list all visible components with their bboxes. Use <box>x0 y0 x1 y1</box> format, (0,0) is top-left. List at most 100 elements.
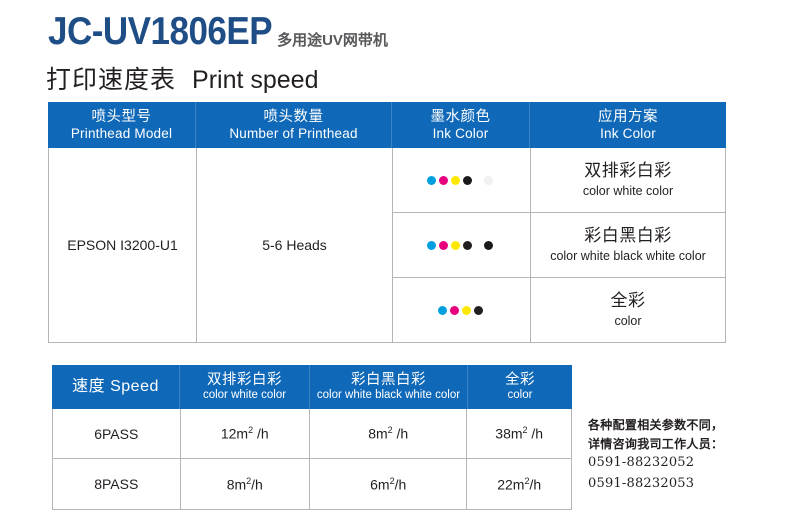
header-cn: 彩白黑白彩 <box>351 372 426 389</box>
scheme-en: color white black white color <box>550 248 706 263</box>
ink-dot-icon <box>484 240 493 250</box>
scheme-en: color white color <box>582 183 674 198</box>
table-row: 双排彩白彩 color white color <box>393 148 725 213</box>
scheme-cn: 全彩 <box>610 291 646 311</box>
ink-dot-icon <box>439 175 448 185</box>
header-cn: 应用方案 <box>598 109 658 126</box>
header-en: color white black white color <box>316 388 461 401</box>
ink-dot-group <box>437 305 486 315</box>
table-row: 彩白黑白彩 color white black white color <box>393 213 725 278</box>
ink-dot-icon <box>439 240 448 250</box>
speed-value: 8m2 /h <box>368 425 409 442</box>
unit-exponent: 2 <box>248 425 254 436</box>
section-title: 打印速度表 Print speed <box>46 60 318 96</box>
header-cn: 喷头型号 <box>91 109 152 126</box>
header-cn: 墨水颜色 <box>430 109 491 126</box>
application-scheme-cell: 全彩 color <box>531 278 725 342</box>
ink-dot-group <box>427 240 496 250</box>
ink-dot-group <box>427 175 496 185</box>
table-row: 6PASS 12m2 /h 8m2 /h 38m2 /h <box>53 409 571 459</box>
header-cn: 全彩 <box>505 372 535 389</box>
contact-note: 各种配置相关参数不同， 详情咨询我司工作人员： 0591-88232052 05… <box>588 416 723 495</box>
speed-header-scheme-1: 双排彩白彩 color white color <box>180 365 310 409</box>
table-row: 全彩 color <box>393 278 725 342</box>
speed-value: 38m2 /h <box>495 425 544 442</box>
section-title-cn: 打印速度表 <box>46 66 177 94</box>
unit-exponent: 2 <box>522 425 528 436</box>
spec-table-header-row: 喷头型号 Printhead Model 喷头数量 Number of Prin… <box>48 102 726 148</box>
ink-dot-icon <box>451 240 460 250</box>
spec-printhead-model-value: EPSON I3200-U1 <box>49 148 197 342</box>
speed-value-cell: 8m2/h <box>181 459 311 509</box>
speed-table-body: 6PASS 12m2 /h 8m2 /h 38m2 /h 8PASS 8m2/h 6m2/h… <box>53 409 571 509</box>
pass-label-cell: 8PASS <box>53 459 181 509</box>
spec-header-printhead-number: 喷头数量 Number of Printhead <box>196 102 392 148</box>
note-phone-1: 0591-88232052 <box>588 455 695 471</box>
application-scheme-cell: 彩白黑白彩 color white black white color <box>531 213 725 277</box>
speed-value: 22m2/h <box>497 475 542 493</box>
header-speed-label: 速度 Speed <box>72 378 159 396</box>
speed-value-cell: 8m2 /h <box>310 409 468 458</box>
speed-value-cell: 22m2/h <box>467 459 571 509</box>
note-line-2: 详情咨询我司工作人员： <box>588 436 724 451</box>
spec-table-body: EPSON I3200-U1 5-6 Heads 双排彩白彩 color whit… <box>49 148 725 342</box>
speed-value-cell: 12m2 /h <box>181 409 311 458</box>
spec-header-ink-color: 墨水颜色 Ink Color <box>392 102 530 148</box>
product-model-subtitle: 多用途UV网带机 <box>277 32 388 49</box>
unit-exponent: 2 <box>524 475 530 486</box>
spec-printhead-number-value: 5-6 Heads <box>197 148 393 342</box>
speed-table-header-row: 速度 Speed 双排彩白彩 color white color 彩白黑白彩 c… <box>52 365 572 409</box>
scheme-cn: 双排彩白彩 <box>584 161 672 181</box>
spec-header-application-scheme: 应用方案 Ink Color <box>530 102 726 148</box>
ink-dot-icon <box>473 305 483 315</box>
pass-label-cell: 6PASS <box>53 409 181 458</box>
ink-dot-icon <box>451 175 460 185</box>
scheme-cn: 彩白黑白彩 <box>584 226 672 246</box>
header-cn: 双排彩白彩 <box>207 372 282 389</box>
spec-table: 喷头型号 Printhead Model 喷头数量 Number of Prin… <box>48 102 726 343</box>
product-model-name: JC-UV1806EP <box>48 9 273 53</box>
unit-exponent: 2 <box>246 475 252 486</box>
speed-header-speed: 速度 Speed <box>52 365 180 409</box>
header-en: Speed <box>110 377 159 395</box>
ink-dot-icon <box>484 175 493 185</box>
header-en: color <box>507 388 533 401</box>
header-en: color white color <box>202 388 287 401</box>
note-line-1: 各种配置相关参数不同， <box>588 418 724 432</box>
ink-color-cell <box>393 213 531 277</box>
header-en: Printhead Model <box>70 125 173 141</box>
section-title-en: Print speed <box>192 66 319 94</box>
ink-dot-icon <box>463 175 472 185</box>
ink-dot-icon <box>427 175 436 185</box>
spec-header-printhead-model: 喷头型号 Printhead Model <box>48 102 196 148</box>
ink-dot-icon <box>463 240 472 250</box>
header-en: Ink Color <box>432 125 489 141</box>
speed-value: 6m2/h <box>370 475 407 493</box>
ink-dot-icon <box>461 305 471 315</box>
speed-value: 12m2 /h <box>220 425 269 442</box>
speed-value-cell: 38m2 /h <box>467 409 571 458</box>
application-scheme-cell: 双排彩白彩 color white color <box>531 148 725 212</box>
ink-color-cell <box>393 278 531 342</box>
note-phone-2: 0591-88232053 <box>588 475 695 491</box>
speed-value: 8m2/h <box>226 475 263 493</box>
page-root: JC-UV1806EP 多用途UV网带机 打印速度表 Print speed 喷… <box>0 0 790 516</box>
unit-exponent: 2 <box>389 475 395 486</box>
ink-dot-icon <box>427 240 436 250</box>
header-en: Ink Color <box>600 125 656 141</box>
table-row: 8PASS 8m2/h 6m2/h 22m2/h <box>53 459 571 509</box>
product-title: JC-UV1806EP 多用途UV网带机 <box>48 9 388 54</box>
header-en: Number of Printhead <box>229 125 358 141</box>
speed-header-scheme-2: 彩白黑白彩 color white black white color <box>310 365 468 409</box>
speed-table: 速度 Speed 双排彩白彩 color white color 彩白黑白彩 c… <box>52 365 572 510</box>
speed-header-scheme-3: 全彩 color <box>468 365 572 409</box>
header-cn: 速度 <box>72 377 106 395</box>
speed-value-cell: 6m2/h <box>310 459 468 509</box>
ink-color-cell <box>393 148 531 212</box>
scheme-en: color <box>614 313 642 328</box>
unit-exponent: 2 <box>387 425 393 436</box>
ink-dot-icon <box>437 305 447 315</box>
spec-scheme-rows: 双排彩白彩 color white color 彩白黑白彩 color white b… <box>393 148 725 342</box>
ink-dot-icon <box>449 305 459 315</box>
header-cn: 喷头数量 <box>263 109 324 126</box>
